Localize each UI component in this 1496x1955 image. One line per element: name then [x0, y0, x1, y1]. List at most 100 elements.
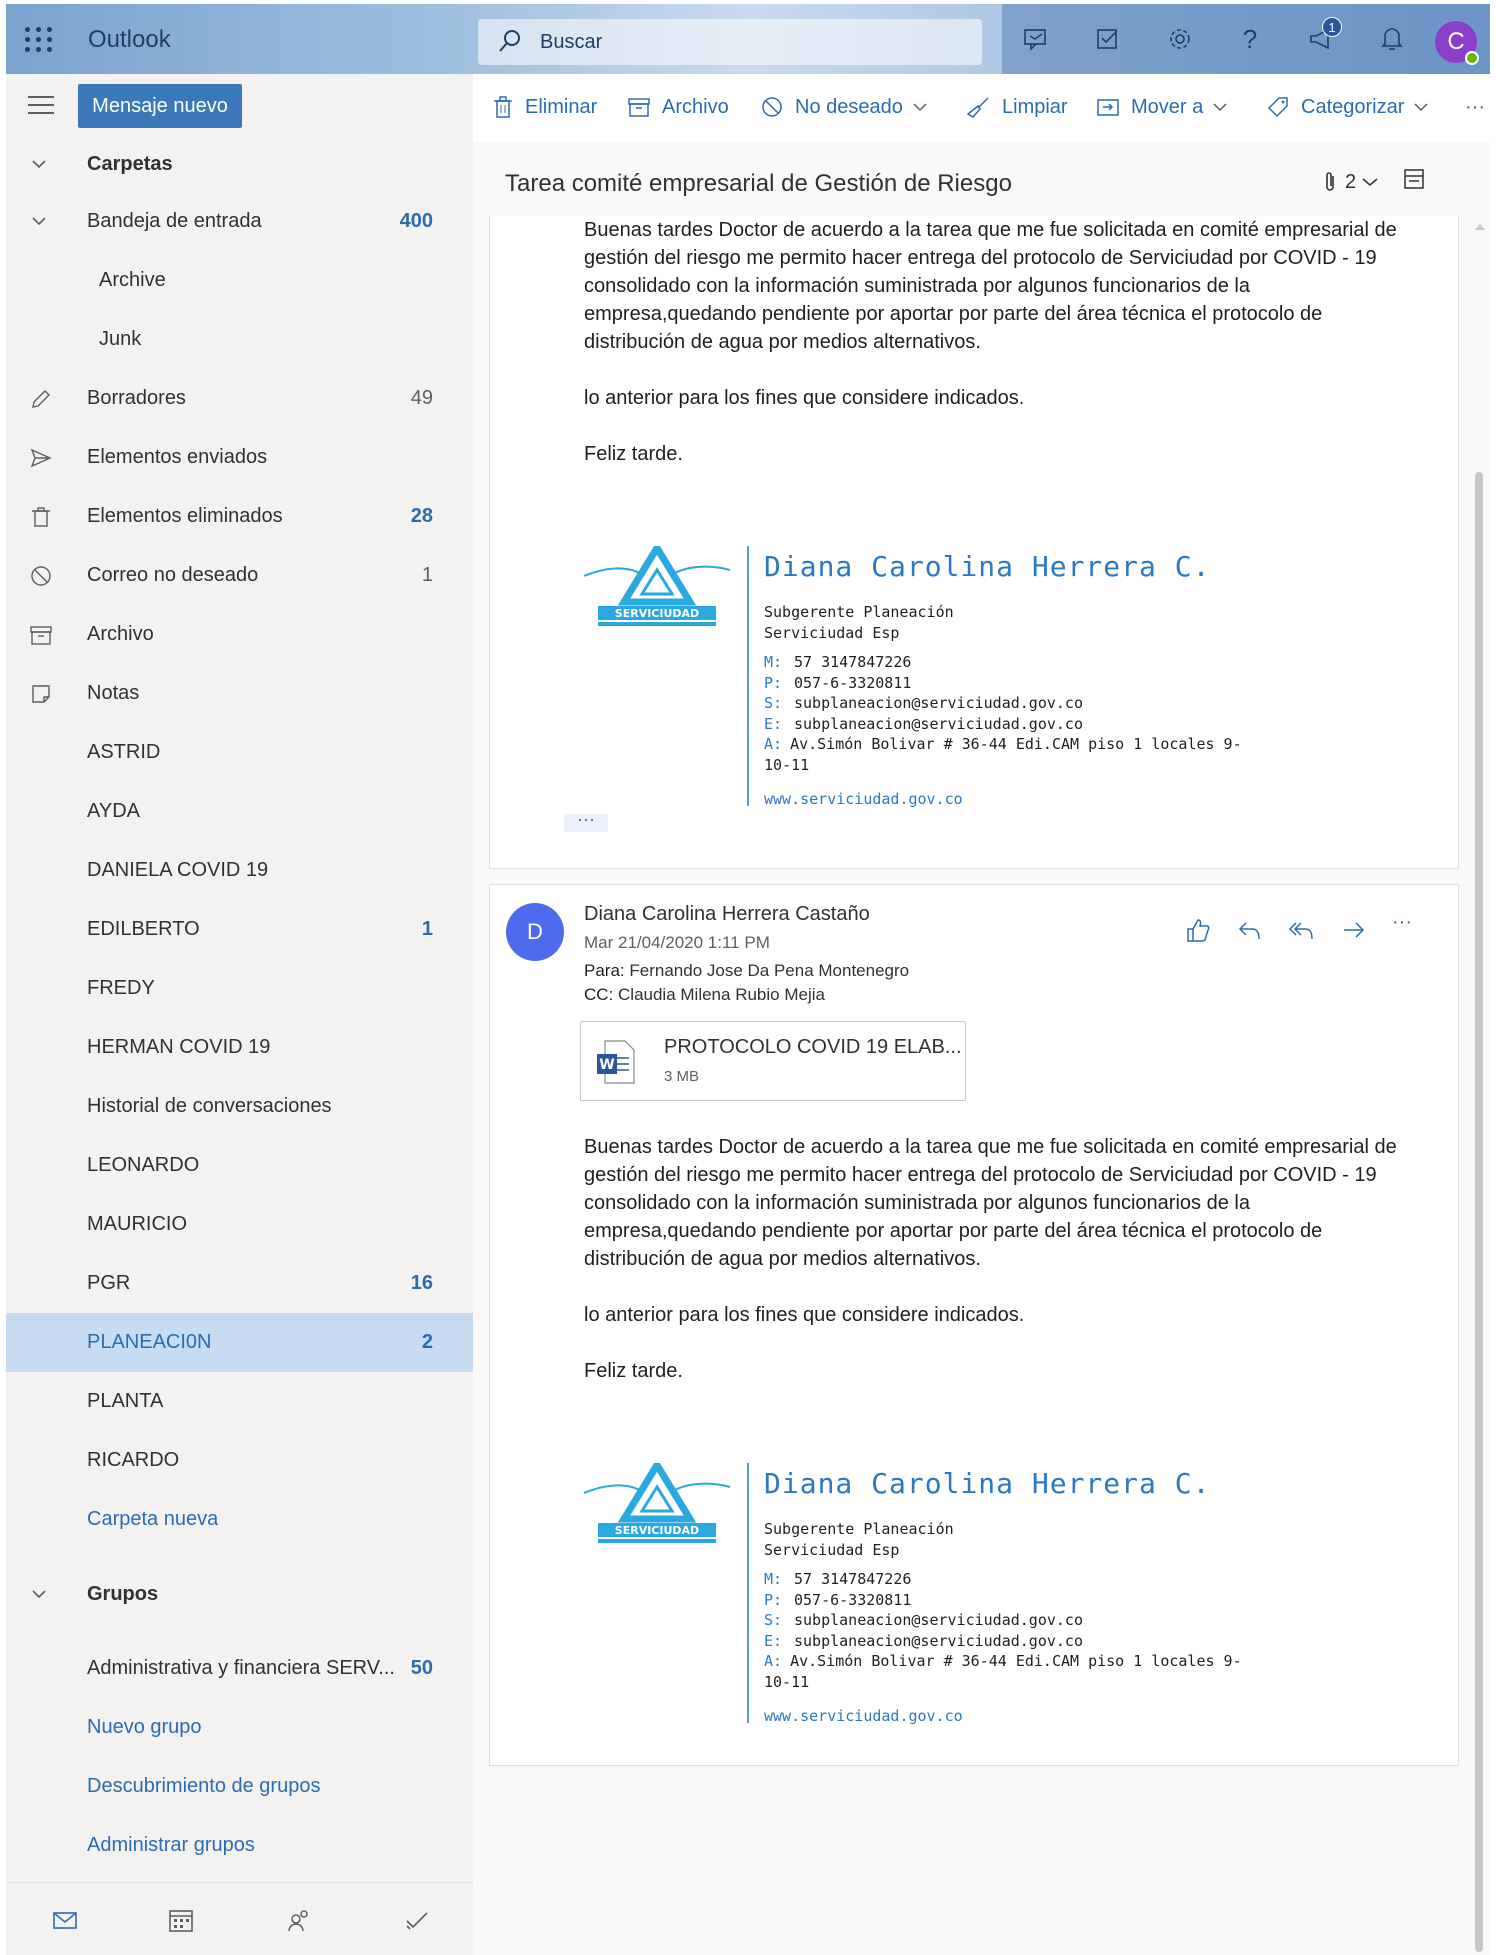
to-recipient[interactable]: Fernando Jose Da Pena Montenegro: [629, 961, 909, 980]
folder-item[interactable]: RICARDO: [6, 1431, 473, 1490]
folder-item[interactable]: HERMAN COVID 19: [6, 1018, 473, 1077]
tasks-icon[interactable]: [1090, 21, 1126, 57]
folder-label: LEONARDO: [87, 1154, 200, 1176]
megaphone-icon[interactable]: 1: [1304, 17, 1342, 57]
folder-item[interactable]: Archivo: [6, 605, 473, 664]
settings-gear-icon[interactable]: [1162, 21, 1198, 57]
folder-item[interactable]: PLANEACI0N 2: [6, 1313, 473, 1372]
folder-item[interactable]: Borradores 49: [6, 369, 473, 428]
bell-icon[interactable]: [1374, 21, 1410, 57]
folder-item[interactable]: Elementos enviados: [6, 428, 473, 487]
folder-item[interactable]: ASTRID: [6, 723, 473, 782]
folder-item[interactable]: Notas: [6, 664, 473, 723]
sig-address: Av.Simón Bolivar # 36-44 Edi.CAM piso 1 …: [764, 1652, 1242, 1691]
help-icon[interactable]: ?: [1232, 21, 1268, 57]
manage-groups-link[interactable]: Administrar grupos: [6, 1816, 473, 1875]
reply-all-icon[interactable]: [1288, 917, 1316, 945]
sig-email[interactable]: subplaneacion@serviciudad.gov.co: [794, 1632, 1083, 1650]
new-message-button[interactable]: Mensaje nuevo: [78, 84, 242, 128]
signature-name: Diana Carolina Herrera C.: [764, 550, 1211, 583]
sig-email[interactable]: subplaneacion@serviciudad.gov.co: [794, 715, 1083, 733]
folder-label: ASTRID: [87, 741, 161, 763]
folder-item[interactable]: Archive: [6, 251, 473, 310]
signature-website-link[interactable]: www.serviciudad.gov.co: [764, 1707, 963, 1725]
search-input[interactable]: [540, 27, 960, 57]
new-folder-link[interactable]: Carpeta nueva: [6, 1490, 473, 1549]
new-group-link[interactable]: Nuevo grupo: [6, 1698, 473, 1757]
group-item[interactable]: Administrativa y financiera SERV... 50: [6, 1639, 473, 1698]
sweep-button[interactable]: Limpiar: [966, 92, 1068, 122]
reply-icon[interactable]: [1236, 917, 1264, 945]
groups-header[interactable]: Grupos: [6, 1549, 473, 1639]
forward-icon[interactable]: [1340, 917, 1368, 945]
message-card-1: Buenas tardes Doctor de acuerdo a la tar…: [489, 216, 1459, 869]
discover-groups-link[interactable]: Descubrimiento de grupos: [6, 1757, 473, 1816]
block-icon: [762, 97, 782, 117]
group-item-label: Administrativa y financiera SERV...: [87, 1657, 395, 1679]
folder-label: PLANTA: [87, 1390, 164, 1412]
scroll-up-arrow-icon[interactable]: [1475, 224, 1485, 230]
more-commands-button[interactable]: ···: [1465, 92, 1485, 122]
sender-avatar[interactable]: D: [506, 903, 564, 961]
folder-item[interactable]: Bandeja de entrada 400: [6, 192, 473, 251]
attachment-name: PROTOCOLO COVID 19 ELAB...: [664, 1036, 962, 1058]
folder-item[interactable]: AYDA: [6, 782, 473, 841]
categorize-button[interactable]: Categorizar: [1267, 92, 1440, 122]
delete-button[interactable]: Eliminar: [493, 92, 597, 122]
folder-label: AYDA: [87, 800, 140, 822]
folders-header[interactable]: Carpetas: [6, 136, 473, 192]
folder-item[interactable]: Elementos eliminados 28: [6, 487, 473, 546]
signature-title: Subgerente Planeación Serviciudad Esp: [764, 1519, 954, 1561]
folder-item[interactable]: PLANTA: [6, 1372, 473, 1431]
app-brand[interactable]: Outlook: [88, 26, 171, 54]
archive-button[interactable]: Archivo: [628, 92, 729, 122]
search-box[interactable]: [478, 19, 982, 65]
folder-item[interactable]: MAURICIO: [6, 1195, 473, 1254]
note-icon: [32, 684, 50, 703]
more-actions-button[interactable]: ···: [1392, 911, 1420, 939]
scrollbar[interactable]: [1473, 222, 1487, 1952]
message-1-paragraph-1: Buenas tardes Doctor de acuerdo a la tar…: [584, 219, 1397, 353]
folder-list: Carpetas Bandeja de entrada 400 Archive Jun…: [6, 136, 473, 1875]
like-icon[interactable]: [1184, 917, 1212, 945]
folder-item[interactable]: DANIELA COVID 19: [6, 841, 473, 900]
hamburger-menu-icon[interactable]: [28, 96, 54, 116]
move-to-button[interactable]: Mover a: [1097, 92, 1239, 122]
attachment-count[interactable]: 2: [1323, 170, 1378, 194]
user-avatar[interactable]: C: [1435, 21, 1479, 65]
chevron-down-icon[interactable]: [32, 214, 46, 228]
mail-icon[interactable]: [52, 1907, 78, 1933]
folder-item[interactable]: Historial de conversaciones: [6, 1077, 473, 1136]
folder-item[interactable]: Junk: [6, 310, 473, 369]
junk-button[interactable]: No deseado: [761, 92, 939, 122]
cc-recipient[interactable]: Claudia Milena Rubio Mejia: [618, 985, 825, 1004]
folder-label: Bandeja de entrada: [87, 210, 262, 232]
people-icon[interactable]: [286, 1907, 312, 1933]
app-launcher-icon[interactable]: [20, 22, 54, 56]
folder-label: Historial de conversaciones: [87, 1095, 332, 1117]
scrollbar-thumb[interactable]: [1475, 472, 1483, 1952]
folder-label: FREDY: [87, 977, 155, 999]
folder-item[interactable]: FREDY: [6, 959, 473, 1018]
sender-name[interactable]: Diana Carolina Herrera Castaño: [584, 903, 870, 926]
archive-label: Archivo: [662, 95, 729, 118]
top-bar: Outlook ? 1: [6, 4, 1490, 74]
folder-count: 28: [410, 505, 433, 527]
show-quoted-text-button[interactable]: ···: [564, 810, 608, 832]
presence-online-icon: [1465, 51, 1479, 65]
attachment-card[interactable]: W PROTOCOLO COVID 19 ELAB... 3 MB: [580, 1021, 966, 1101]
chat-icon[interactable]: [1018, 21, 1054, 57]
chevron-down-icon[interactable]: [32, 1587, 46, 1601]
calendar-icon[interactable]: [168, 1907, 194, 1933]
move-to-label: Mover a: [1131, 95, 1204, 118]
chevron-down-icon[interactable]: [32, 157, 46, 171]
folder-item[interactable]: LEONARDO: [6, 1136, 473, 1195]
todo-check-icon[interactable]: [404, 1907, 430, 1933]
folder-item[interactable]: Correo no deseado 1: [6, 546, 473, 605]
folder-item[interactable]: EDILBERTO 1: [6, 900, 473, 959]
folder-item[interactable]: PGR 16: [6, 1254, 473, 1313]
signature-website-link[interactable]: www.serviciudad.gov.co: [764, 790, 963, 808]
sig-address-key: A:: [764, 1652, 783, 1670]
reading-pane: Tarea comité empresarial de Gestión de R…: [473, 142, 1490, 1955]
pop-out-icon[interactable]: [1403, 168, 1425, 190]
